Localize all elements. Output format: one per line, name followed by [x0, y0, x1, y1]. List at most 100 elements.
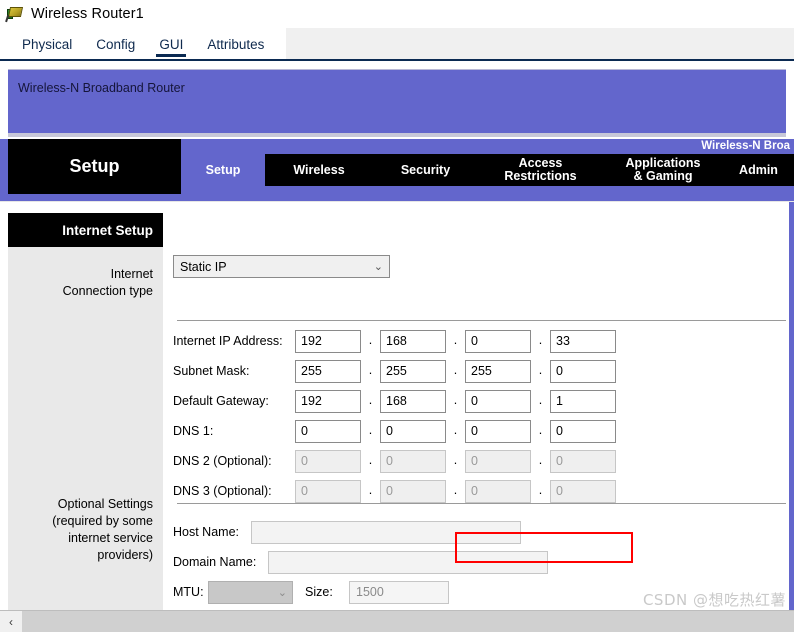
tab-config[interactable]: Config — [84, 28, 147, 61]
dns1-octet-3[interactable]: 0 — [465, 419, 531, 443]
default-gateway-octet-3[interactable]: 0 — [465, 389, 531, 413]
dns3-octet-1[interactable]: 0 — [295, 479, 361, 503]
row-default-gateway: Default Gateway: 192 . 168 . 0 . 1 — [173, 389, 616, 413]
scrollbar-track[interactable] — [22, 610, 794, 632]
optional-settings-label-line1: Optional Settings — [57, 497, 153, 511]
window-title: Wireless Router1 — [31, 6, 144, 22]
internet-ip-octet-4[interactable]: 33 — [550, 329, 616, 353]
row-dns-3: DNS 3 (Optional): 0 . 0 . 0 . 0 — [173, 479, 616, 503]
dot-separator: . — [453, 363, 458, 377]
label-size: Size: — [305, 585, 333, 599]
label-domain-name: Domain Name: — [173, 555, 257, 569]
dns2-octet-2[interactable]: 0 — [380, 449, 446, 473]
subnet-mask-octet-2[interactable]: 255 — [380, 359, 446, 383]
domain-name-input[interactable] — [268, 550, 548, 574]
subnet-mask-octet-4[interactable]: 0 — [550, 359, 616, 383]
optional-settings-label-line3: internet service — [68, 531, 153, 545]
dns3-octet-2[interactable]: 0 — [380, 479, 446, 503]
row-dns-1: DNS 1: 0 . 0 . 0 . 0 — [173, 419, 616, 443]
optional-settings-label-line2: (required by some — [52, 514, 153, 528]
tab-physical[interactable]: Physical — [10, 28, 84, 61]
label-dns-3: DNS 3 (Optional): — [173, 484, 272, 498]
dot-separator: . — [538, 363, 543, 377]
default-gateway-octet-4[interactable]: 1 — [550, 389, 616, 413]
dot-separator: . — [453, 333, 458, 347]
nav-corner-title: Wireless-N Broa — [701, 140, 790, 152]
device-tabbar: Physical Config GUI Attributes — [0, 28, 794, 61]
subnet-mask-octet-1[interactable]: 255 — [295, 359, 361, 383]
nav-item-security[interactable]: Security — [373, 154, 478, 186]
dot-separator: . — [368, 333, 373, 347]
dot-separator: . — [368, 423, 373, 437]
internet-setup-header: Internet Setup — [8, 213, 163, 247]
label-host-name: Host Name: — [173, 525, 239, 539]
nav-item-access-restrictions[interactable]: Access Restrictions — [478, 154, 603, 186]
scroll-left-arrow-icon[interactable]: ‹ — [0, 610, 22, 632]
dns3-octet-3[interactable]: 0 — [465, 479, 531, 503]
row-internet-ip-address: Internet IP Address: 192 . 168 . 0 . 33 — [173, 329, 616, 353]
dot-separator: . — [538, 393, 543, 407]
chevron-down-icon: ⌄ — [373, 261, 383, 273]
dot-separator: . — [453, 483, 458, 497]
divider-top — [177, 320, 786, 321]
dns2-octet-3[interactable]: 0 — [465, 449, 531, 473]
label-subnet-mask: Subnet Mask: — [173, 364, 250, 378]
router-content: Internet Setup Internet Connection type … — [0, 201, 794, 613]
dot-separator: . — [538, 453, 543, 467]
brand-bar-shadow — [8, 133, 786, 137]
dns3-octet-4[interactable]: 0 — [550, 479, 616, 503]
connection-type-value: Static IP — [180, 259, 227, 274]
nav-item-applications-gaming[interactable]: Applications & Gaming — [603, 154, 723, 186]
label-internet-ip-address: Internet IP Address: — [173, 334, 283, 348]
host-name-input[interactable] — [251, 520, 521, 544]
label-dns-1: DNS 1: — [173, 424, 214, 438]
dns1-octet-4[interactable]: 0 — [550, 419, 616, 443]
dns1-octet-2[interactable]: 0 — [380, 419, 446, 443]
dot-separator: . — [453, 393, 458, 407]
watermark-text: CSDN @想吃热红薯 — [642, 591, 786, 609]
dot-separator: . — [538, 333, 543, 347]
tab-gui[interactable]: GUI — [147, 28, 195, 61]
internet-connection-type-select[interactable]: Static IP ⌄ — [173, 255, 390, 278]
chevron-down-icon: ⌄ — [277, 586, 287, 599]
mtu-size-input[interactable]: 1500 — [349, 580, 449, 604]
internet-ip-octet-3[interactable]: 0 — [465, 329, 531, 353]
row-mtu: MTU: ⌄ Size: 1500 — [173, 580, 449, 604]
nav-section-title: Setup — [8, 139, 181, 194]
subnet-mask-octet-3[interactable]: 255 — [465, 359, 531, 383]
router-gui-page: Wireless-N Broadband Router Setup Wirele… — [0, 61, 794, 632]
row-host-name: Host Name: — [173, 520, 521, 544]
mtu-select[interactable]: ⌄ — [208, 580, 293, 604]
dns2-octet-4[interactable]: 0 — [550, 449, 616, 473]
nav-item-list: Setup Wireless Security Access Restricti… — [181, 154, 794, 186]
default-gateway-octet-2[interactable]: 168 — [380, 389, 446, 413]
dns2-octet-1[interactable]: 0 — [295, 449, 361, 473]
connection-type-label-line2: Connection type — [62, 284, 153, 298]
dot-separator: . — [368, 483, 373, 497]
right-edge-accent — [789, 202, 794, 613]
router-icon — [5, 5, 24, 25]
router-navbar: Setup Wireless-N Broa Setup Wireless Sec… — [0, 139, 794, 212]
dot-separator: . — [538, 483, 543, 497]
dot-separator: . — [538, 423, 543, 437]
horizontal-scrollbar[interactable]: ‹ — [0, 610, 794, 632]
label-dns-2: DNS 2 (Optional): — [173, 454, 272, 468]
tab-attributes[interactable]: Attributes — [195, 28, 276, 61]
dot-separator: . — [453, 453, 458, 467]
nav-item-administration[interactable]: Admin — [723, 154, 794, 186]
default-gateway-octet-1[interactable]: 192 — [295, 389, 361, 413]
optional-settings-label-line4: providers) — [97, 548, 153, 562]
nav-item-setup[interactable]: Setup — [181, 154, 265, 186]
internet-ip-octet-1[interactable]: 192 — [295, 329, 361, 353]
dns1-octet-1[interactable]: 0 — [295, 419, 361, 443]
divider-bottom — [177, 503, 786, 504]
nav-item-wireless[interactable]: Wireless — [265, 154, 373, 186]
connection-type-label-line1: Internet — [110, 267, 153, 281]
router-brand-title: Wireless-N Broadband Router — [18, 81, 185, 95]
dot-separator: . — [368, 393, 373, 407]
label-mtu: MTU: — [173, 585, 204, 599]
dot-separator: . — [368, 363, 373, 377]
row-dns-2: DNS 2 (Optional): 0 . 0 . 0 . 0 — [173, 449, 616, 473]
internet-ip-octet-2[interactable]: 168 — [380, 329, 446, 353]
dot-separator: . — [368, 453, 373, 467]
